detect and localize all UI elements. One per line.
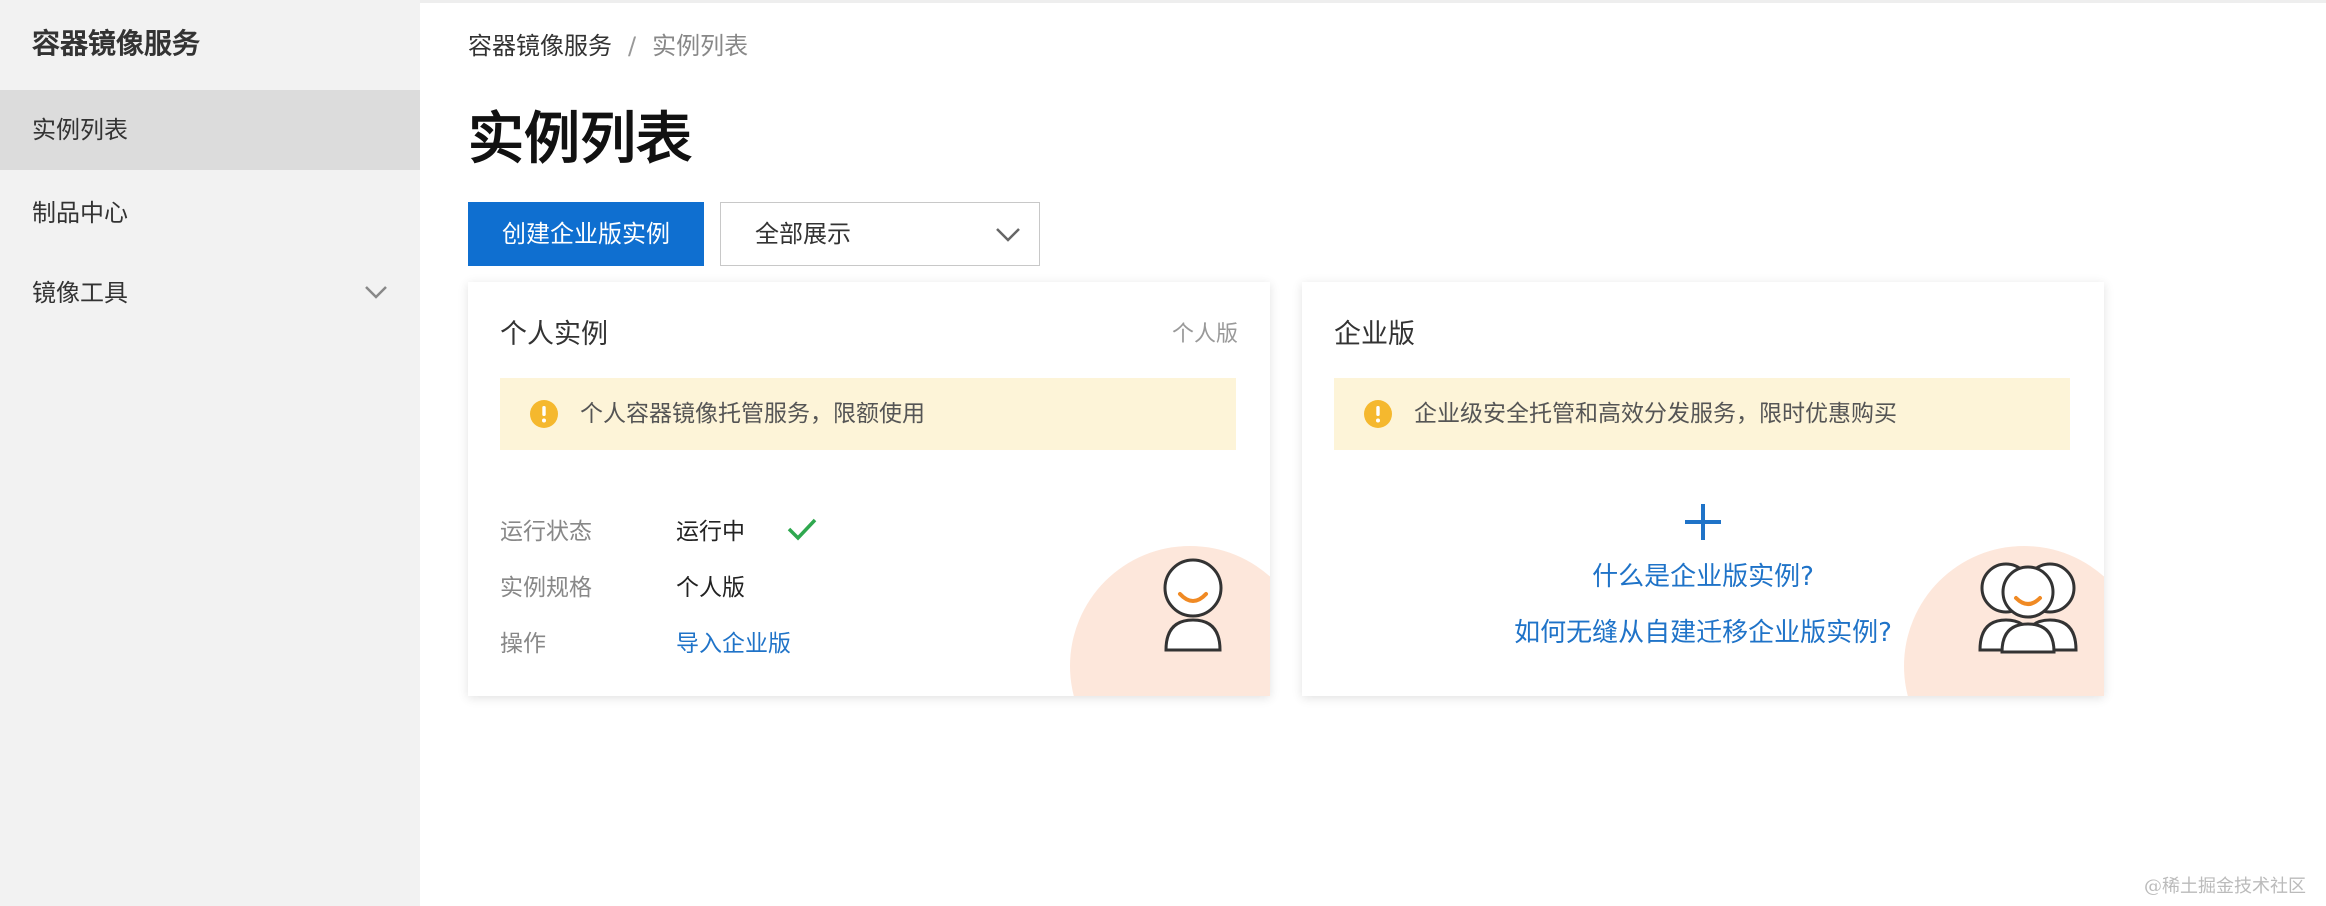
check-icon xyxy=(786,516,818,546)
warning-icon xyxy=(1364,400,1392,432)
sidebar-item-image-tools[interactable]: 镜像工具 xyxy=(0,253,420,333)
status-value: 运行中 xyxy=(676,519,745,545)
filter-select-value: 全部展示 xyxy=(755,220,851,248)
page-title: 实例列表 xyxy=(468,107,692,172)
notice-banner: 个人容器镜像托管服务，限额使用 xyxy=(500,378,1236,450)
status-label: 运行状态 xyxy=(500,519,592,545)
sidebar-item-label: 镜像工具 xyxy=(32,279,128,307)
breadcrumb-current: 实例列表 xyxy=(652,32,749,60)
sidebar-item-label: 实例列表 xyxy=(32,116,128,144)
sidebar-item-instance-list[interactable]: 实例列表 xyxy=(0,90,420,170)
sidebar: 容器镜像服务 实例列表 制品中心 镜像工具 xyxy=(0,0,420,906)
user-group-icon xyxy=(1978,558,2078,658)
notice-text: 企业级安全托管和高效分发服务，限时优惠购买 xyxy=(1414,401,1897,427)
notice-text: 个人容器镜像托管服务，限额使用 xyxy=(580,401,925,427)
sidebar-item-artifact-center[interactable]: 制品中心 xyxy=(0,173,420,253)
chevron-down-icon[interactable] xyxy=(362,253,390,365)
sidebar-title: 容器镜像服务 xyxy=(32,27,201,60)
card-title: 个人实例 xyxy=(500,319,608,350)
create-enterprise-instance-button[interactable]: 创建企业版实例 xyxy=(468,202,704,266)
chevron-down-icon xyxy=(993,203,1023,288)
spec-value: 个人版 xyxy=(676,575,745,601)
warning-icon xyxy=(530,400,558,432)
filter-select[interactable]: 全部展示 xyxy=(720,202,1040,266)
enterprise-instance-card: 企业版 企业级安全托管和高效分发服务，限时优惠购买 什么是企业版实例? 如何无缝… xyxy=(1302,282,2104,696)
plus-icon[interactable] xyxy=(1683,502,1723,546)
watermark: @稀土掘金技术社区 xyxy=(2144,876,2306,897)
spec-label: 实例规格 xyxy=(500,575,592,601)
edition-tag: 个人版 xyxy=(1171,322,1238,347)
user-avatar-icon xyxy=(1158,558,1228,658)
personal-instance-card: 个人实例 个人版 个人容器镜像托管服务，限额使用 运行状态 运行中 实例规格 个… xyxy=(468,282,1270,696)
breadcrumb: 容器镜像服务 / 实例列表 xyxy=(468,26,748,61)
breadcrumb-separator: / xyxy=(628,32,637,60)
notice-banner: 企业级安全托管和高效分发服务，限时优惠购买 xyxy=(1334,378,2070,450)
import-enterprise-link[interactable]: 导入企业版 xyxy=(676,624,791,658)
sidebar-item-label: 制品中心 xyxy=(32,199,128,227)
card-title: 企业版 xyxy=(1334,319,1415,350)
breadcrumb-root-link[interactable]: 容器镜像服务 xyxy=(468,32,612,60)
action-label: 操作 xyxy=(500,631,546,657)
